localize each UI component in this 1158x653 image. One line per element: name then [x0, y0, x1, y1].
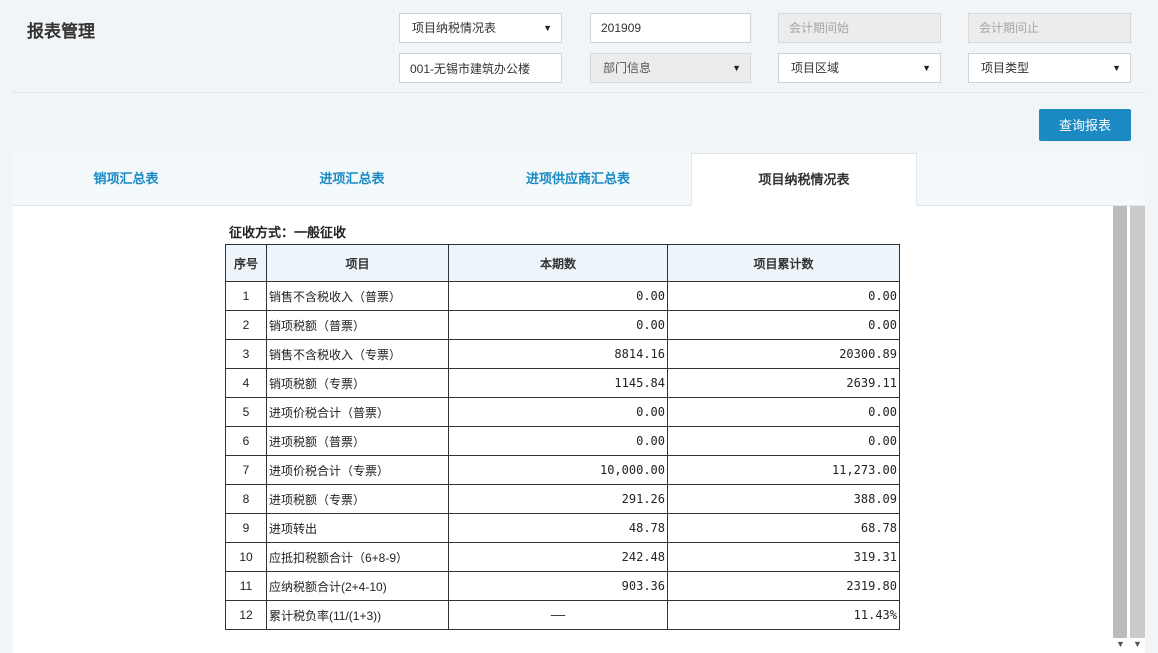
- report-tabs: 销项汇总表 进项汇总表 进项供应商汇总表 项目纳税情况表: [13, 153, 1145, 206]
- chevron-down-icon: ▼: [922, 63, 931, 73]
- cumulative-cell: 0.00: [667, 397, 900, 427]
- chevron-down-icon: ▼: [732, 63, 741, 73]
- region-value: 项目区域: [791, 61, 840, 75]
- column-header-item: 项目: [266, 244, 449, 282]
- cumulative-cell: 0.00: [667, 426, 900, 456]
- table-row: 2 销项税额（普票） 0.00 0.00: [225, 310, 900, 340]
- period-start-input[interactable]: [778, 13, 941, 43]
- item-name-cell: 累计税负率(11/(1+3)): [266, 600, 449, 630]
- cumulative-cell: 2639.11: [667, 368, 900, 398]
- department-select[interactable]: 部门信息 ▼: [590, 53, 751, 83]
- table-row: 11 应纳税额合计(2+4-10) 903.36 2319.80: [225, 571, 900, 601]
- cumulative-cell: 68.78: [667, 513, 900, 543]
- report-table: 序号 项目 本期数 项目累计数 1 销售不含税收入（普票） 0.00 0.00 2 销项税…: [225, 244, 900, 630]
- table-row: 1 销售不含税收入（普票） 0.00 0.00: [225, 281, 900, 311]
- item-name-cell: 应纳税额合计(2+4-10): [266, 571, 449, 601]
- cumulative-cell: 388.09: [667, 484, 900, 514]
- cumulative-cell: 319.31: [667, 542, 900, 572]
- report-type-select[interactable]: 项目纳税情况表 ▼: [399, 13, 562, 43]
- period-end-input[interactable]: [968, 13, 1131, 43]
- tab-input-summary[interactable]: 进项汇总表: [239, 153, 465, 206]
- item-name-cell: 销售不含税收入（专票）: [266, 339, 449, 369]
- chevron-down-icon: ▼: [543, 23, 552, 33]
- query-report-button[interactable]: 查询报表: [1039, 109, 1131, 141]
- current-period-cell: 0.00: [448, 426, 668, 456]
- tab-project-tax[interactable]: 项目纳税情况表: [691, 153, 917, 206]
- item-name-cell: 销项税额（普票）: [266, 310, 449, 340]
- table-row: 5 进项价税合计（普票） 0.00 0.00: [225, 397, 900, 427]
- item-name-cell: 进项税额（普票）: [266, 426, 449, 456]
- current-period-cell: 10,000.00: [448, 455, 668, 485]
- column-header-number: 序号: [225, 244, 267, 282]
- table-row: 8 进项税额（专票） 291.26 388.09: [225, 484, 900, 514]
- project-type-value: 项目类型: [981, 61, 1030, 75]
- page-title: 报表管理: [27, 22, 95, 41]
- current-period-cell: 0.00: [448, 310, 668, 340]
- current-period-cell: 48.78: [448, 513, 668, 543]
- item-name-cell: 进项价税合计（专票）: [266, 455, 449, 485]
- current-period-cell: 0.00: [448, 281, 668, 311]
- row-number-cell: 12: [225, 600, 267, 630]
- row-number-cell: 8: [225, 484, 267, 514]
- cumulative-cell: 11.43%: [667, 600, 900, 630]
- chevron-down-icon: ▼: [1112, 63, 1121, 73]
- table-row: 4 销项税额（专票） 1145.84 2639.11: [225, 368, 900, 398]
- table-row: 9 进项转出 48.78 68.78: [225, 513, 900, 543]
- item-name-cell: 进项转出: [266, 513, 449, 543]
- table-row: 3 销售不含税收入（专票） 8814.16 20300.89: [225, 339, 900, 369]
- report-type-value: 项目纳税情况表: [412, 21, 497, 35]
- current-period-cell: 242.48: [448, 542, 668, 572]
- table-row: 10 应抵扣税额合计（6+8-9） 242.48 319.31: [225, 542, 900, 572]
- current-period-cell: 291.26: [448, 484, 668, 514]
- row-number-cell: 1: [225, 281, 267, 311]
- row-number-cell: 5: [225, 397, 267, 427]
- item-name-cell: 应抵扣税额合计（6+8-9）: [266, 542, 449, 572]
- row-number-cell: 10: [225, 542, 267, 572]
- cumulative-cell: 0.00: [667, 310, 900, 340]
- column-header-cumulative: 项目累计数: [667, 244, 900, 282]
- collection-method-label: 征收方式：一般征收: [229, 225, 347, 240]
- current-period-cell: 0.00: [448, 397, 668, 427]
- row-number-cell: 7: [225, 455, 267, 485]
- row-number-cell: 4: [225, 368, 267, 398]
- period-input[interactable]: [590, 13, 751, 43]
- region-select[interactable]: 项目区域 ▼: [778, 53, 941, 83]
- item-name-cell: 销项税额（专票）: [266, 368, 449, 398]
- chevron-down-icon[interactable]: ▼: [1116, 639, 1125, 649]
- current-period-cell: 1145.84: [448, 368, 668, 398]
- report-table-body: 1 销售不含税收入（普票） 0.00 0.00 2 销项税额（普票） 0.00 0.00 3 销售…: [225, 281, 900, 630]
- cumulative-cell: 11,273.00: [667, 455, 900, 485]
- row-number-cell: 3: [225, 339, 267, 369]
- department-value: 部门信息: [603, 61, 652, 75]
- item-name-cell: 进项税额（专票）: [266, 484, 449, 514]
- column-header-current: 本期数: [448, 244, 668, 282]
- chevron-down-icon[interactable]: ▼: [1133, 639, 1142, 649]
- cumulative-cell: 20300.89: [667, 339, 900, 369]
- row-number-cell: 6: [225, 426, 267, 456]
- current-period-cell: ——: [448, 600, 668, 630]
- current-period-cell: 903.36: [448, 571, 668, 601]
- table-row: 6 进项税额（普票） 0.00 0.00: [225, 426, 900, 456]
- outer-scrollbar[interactable]: [1130, 206, 1145, 638]
- tab-supplier-summary[interactable]: 进项供应商汇总表: [465, 153, 691, 206]
- item-name-cell: 进项价税合计（普票）: [266, 397, 449, 427]
- cumulative-cell: 0.00: [667, 281, 900, 311]
- header-divider: [13, 92, 1145, 93]
- table-row: 7 进项价税合计（专票） 10,000.00 11,273.00: [225, 455, 900, 485]
- project-input[interactable]: [399, 53, 562, 83]
- table-row: 12 累计税负率(11/(1+3)) —— 11.43%: [225, 600, 900, 630]
- table-header-row: 序号 项目 本期数 项目累计数: [225, 244, 900, 282]
- tab-sales-summary[interactable]: 销项汇总表: [13, 153, 239, 206]
- inner-scrollbar[interactable]: [1113, 206, 1127, 638]
- item-name-cell: 销售不含税收入（普票）: [266, 281, 449, 311]
- project-type-select[interactable]: 项目类型 ▼: [968, 53, 1131, 83]
- current-period-cell: 8814.16: [448, 339, 668, 369]
- row-number-cell: 2: [225, 310, 267, 340]
- row-number-cell: 9: [225, 513, 267, 543]
- cumulative-cell: 2319.80: [667, 571, 900, 601]
- row-number-cell: 11: [225, 571, 267, 601]
